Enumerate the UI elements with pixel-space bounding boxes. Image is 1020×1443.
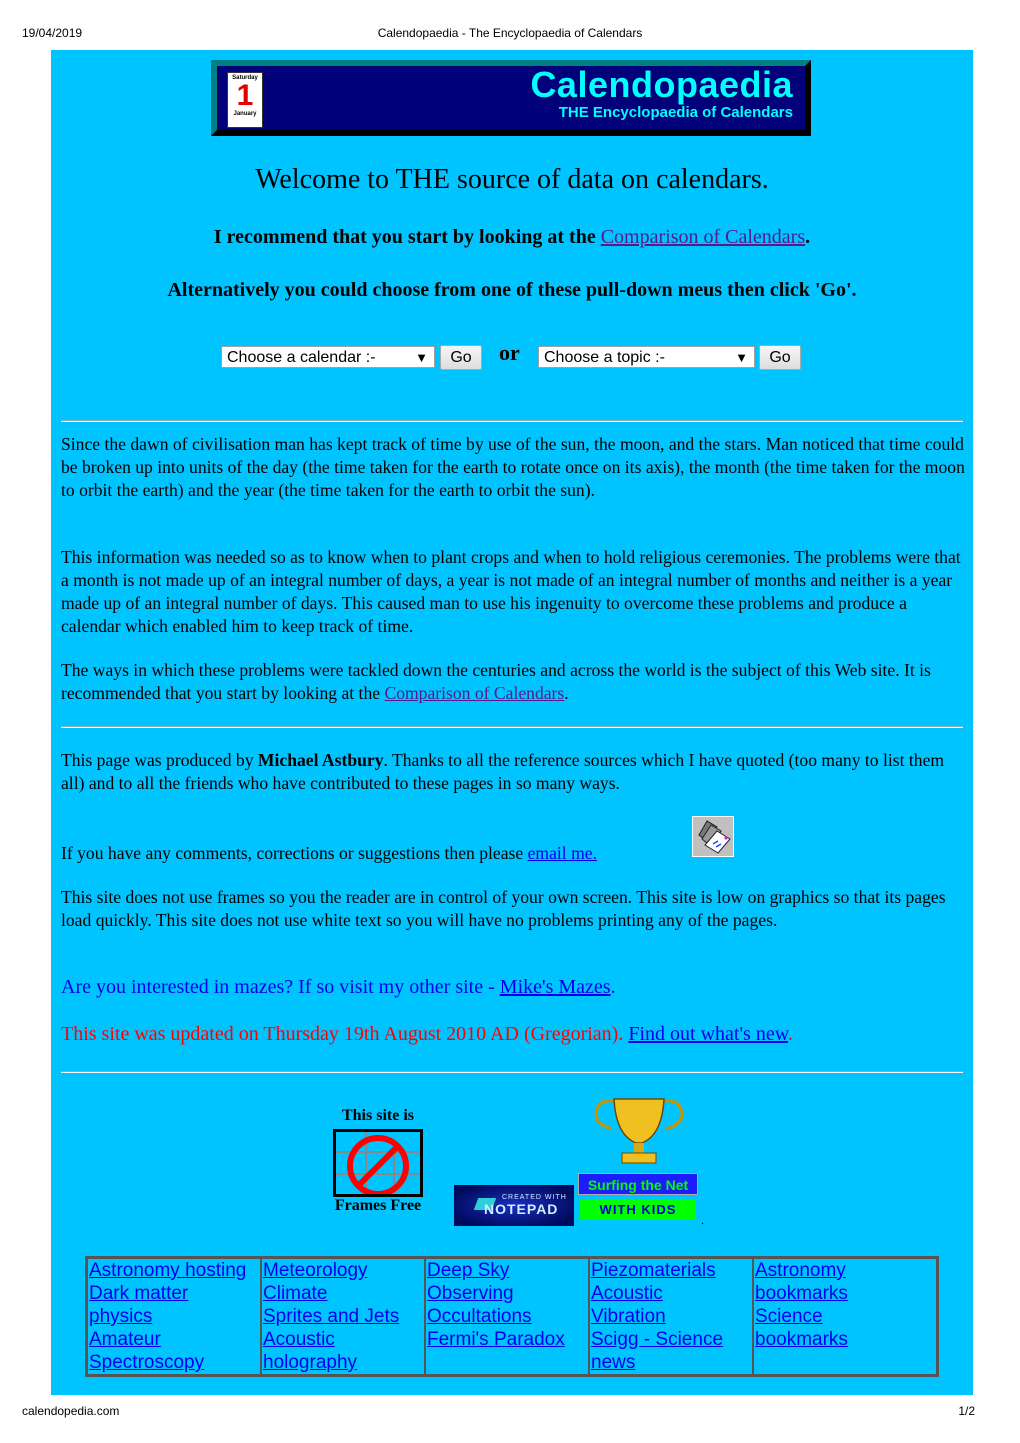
frames-free-bottom: Frames Free bbox=[334, 1197, 422, 1214]
email-link[interactable]: email me. bbox=[528, 843, 597, 863]
link-astronomy-hosting[interactable]: Astronomy hosting bbox=[89, 1259, 259, 1282]
mazes-paragraph: Are you interested in mazes? If so visit… bbox=[61, 976, 966, 999]
surfing-the-net-label: Surfing the Net bbox=[578, 1173, 698, 1195]
author-name: Michael Astbury bbox=[257, 750, 384, 770]
divider bbox=[61, 1071, 963, 1073]
links-column-5: Astronomy bookmarks Science bookmarks bbox=[753, 1258, 937, 1375]
link-astronomy[interactable]: Astronomy bbox=[755, 1259, 935, 1282]
print-page-number: 1/2 bbox=[958, 1404, 975, 1418]
credits-paragraph: This page was produced by Michael Astbur… bbox=[61, 749, 966, 795]
frames-free-badge: This site is Frames Free bbox=[326, 1107, 430, 1222]
badges-row: This site is Frames Free CREATED WITH NO… bbox=[51, 1095, 973, 1230]
divider bbox=[61, 726, 963, 728]
link-amateur[interactable]: Amateur bbox=[89, 1328, 259, 1351]
dropdown-arrow-icon: ▼ bbox=[415, 350, 428, 365]
link-vibration[interactable]: Vibration bbox=[591, 1305, 751, 1328]
with-kids-label: WITH KIDS bbox=[580, 1200, 696, 1220]
recommend-suffix: . bbox=[805, 226, 811, 248]
link-climate[interactable]: Climate bbox=[263, 1282, 423, 1305]
contact-paragraph: If you have any comments, corrections or… bbox=[61, 842, 966, 865]
calendar-icon-number: 1 bbox=[236, 79, 254, 112]
links-column-2: Meteorology Climate Sprites and Jets Aco… bbox=[261, 1258, 425, 1375]
links-table: Astronomy hosting Dark matter physics Am… bbox=[85, 1256, 939, 1377]
frames-free-top: This site is bbox=[341, 1107, 414, 1124]
recommend-text: I recommend that you start by looking at… bbox=[51, 226, 973, 249]
comparison-link[interactable]: Comparison of Calendars bbox=[601, 226, 805, 248]
link-science[interactable]: Science bbox=[755, 1305, 935, 1328]
whats-new-link[interactable]: Find out what's new bbox=[628, 1023, 788, 1045]
intro-p3-suffix: . bbox=[564, 683, 569, 703]
calendar-select-value: Choose a calendar :- bbox=[227, 349, 376, 366]
links-column-3: Deep Sky Observing Occultations Fermi's … bbox=[425, 1258, 589, 1375]
calendar-icon: Saturday 1 January bbox=[227, 72, 263, 128]
topic-go-button[interactable]: Go bbox=[759, 345, 801, 370]
link-science-bookmarks[interactable]: bookmarks bbox=[755, 1328, 935, 1351]
mikes-mazes-link[interactable]: Mike's Mazes bbox=[500, 976, 611, 998]
calendar-go-button[interactable]: Go bbox=[440, 345, 482, 370]
link-acoustic-vibration[interactable]: Acoustic bbox=[591, 1282, 751, 1305]
updated-suffix: . bbox=[787, 1023, 793, 1045]
links-column-4: Piezomaterials Acoustic Vibration Scigg … bbox=[589, 1258, 753, 1375]
link-spectroscopy[interactable]: Spectroscopy bbox=[89, 1351, 259, 1374]
divider bbox=[61, 420, 963, 422]
intro-paragraph-3: The ways in which these problems were ta… bbox=[61, 659, 966, 705]
link-piezomaterials[interactable]: Piezomaterials bbox=[591, 1259, 751, 1282]
trailing-dot: . bbox=[701, 1213, 704, 1227]
link-sprites-and-jets[interactable]: Sprites and Jets bbox=[263, 1305, 423, 1328]
table-row: Astronomy hosting Dark matter physics Am… bbox=[87, 1258, 937, 1375]
mail-envelopes-icon[interactable] bbox=[692, 816, 734, 857]
mazes-prefix: Are you interested in mazes? If so visit… bbox=[61, 976, 500, 998]
calendar-icon-month: January bbox=[233, 111, 257, 117]
link-physics[interactable]: physics bbox=[89, 1305, 259, 1328]
site-brand: Calendopaedia bbox=[530, 64, 793, 105]
calendar-select[interactable]: Choose a calendar :- ▼ bbox=[221, 346, 435, 368]
credits-prefix: This page was produced by bbox=[61, 750, 258, 770]
page-body: Saturday 1 January Calendopaedia THE Enc… bbox=[51, 50, 973, 1395]
recommend-prefix: I recommend that you start by looking at… bbox=[213, 226, 601, 248]
alternative-text: Alternatively you could choose from one … bbox=[167, 279, 857, 301]
or-label: or bbox=[499, 340, 520, 365]
trophy-icon bbox=[594, 1098, 684, 1164]
print-title: Calendopaedia - The Encyclopaedia of Cal… bbox=[377, 26, 643, 40]
page-title: Welcome to THE source of data on calenda… bbox=[255, 164, 769, 195]
links-column-1: Astronomy hosting Dark matter physics Am… bbox=[87, 1258, 261, 1375]
link-observing[interactable]: Observing bbox=[427, 1282, 587, 1305]
site-banner-logo[interactable]: Saturday 1 January Calendopaedia THE Enc… bbox=[211, 60, 811, 136]
frames-note-paragraph: This site does not use frames so you the… bbox=[61, 887, 946, 930]
site-tagline: THE Encyclopaedia of Calendars bbox=[558, 104, 793, 121]
link-fermis-paradox[interactable]: Fermi's Paradox bbox=[427, 1328, 587, 1351]
print-url: calendopedia.com bbox=[22, 1404, 120, 1418]
surfing-with-kids-badge[interactable]: Surfing the Net WITH KIDS bbox=[578, 1095, 700, 1227]
link-acoustic[interactable]: Acoustic bbox=[263, 1328, 423, 1351]
link-scigg-science[interactable]: Scigg - Science bbox=[591, 1328, 751, 1351]
topic-select[interactable]: Choose a topic :- ▼ bbox=[538, 346, 755, 368]
intro-paragraph-1: Since the dawn of civilisation man has k… bbox=[61, 434, 965, 500]
print-header: 19/04/2019 Calendopaedia - The Encyclopa… bbox=[0, 0, 1020, 50]
link-occultations[interactable]: Occultations bbox=[427, 1305, 587, 1328]
no-frames-icon bbox=[333, 1129, 423, 1197]
topic-select-value: Choose a topic :- bbox=[544, 349, 665, 366]
created-with-notepad-badge: CREATED WITH NOTEPAD bbox=[454, 1185, 574, 1226]
comparison-link-2[interactable]: Comparison of Calendars bbox=[384, 683, 564, 703]
updated-prefix: This site was updated on Thursday 19th A… bbox=[61, 1023, 629, 1045]
link-dark-matter[interactable]: Dark matter bbox=[89, 1282, 259, 1305]
link-astronomy-bookmarks[interactable]: bookmarks bbox=[755, 1282, 935, 1305]
notepad-big-text: NOTEPAD bbox=[484, 1201, 559, 1217]
updated-paragraph: This site was updated on Thursday 19th A… bbox=[61, 1023, 966, 1046]
dropdown-arrow-icon: ▼ bbox=[735, 350, 748, 365]
link-meteorology[interactable]: Meteorology bbox=[263, 1259, 423, 1282]
mazes-suffix: . bbox=[610, 976, 616, 998]
link-holography[interactable]: holography bbox=[263, 1351, 423, 1374]
link-deep-sky[interactable]: Deep Sky bbox=[427, 1259, 587, 1282]
contact-prefix: If you have any comments, corrections or… bbox=[61, 843, 528, 863]
link-news[interactable]: news bbox=[591, 1351, 751, 1374]
intro-paragraph-2: This information was needed so as to kno… bbox=[61, 547, 961, 636]
notepad-small-text: CREATED WITH bbox=[502, 1194, 567, 1201]
